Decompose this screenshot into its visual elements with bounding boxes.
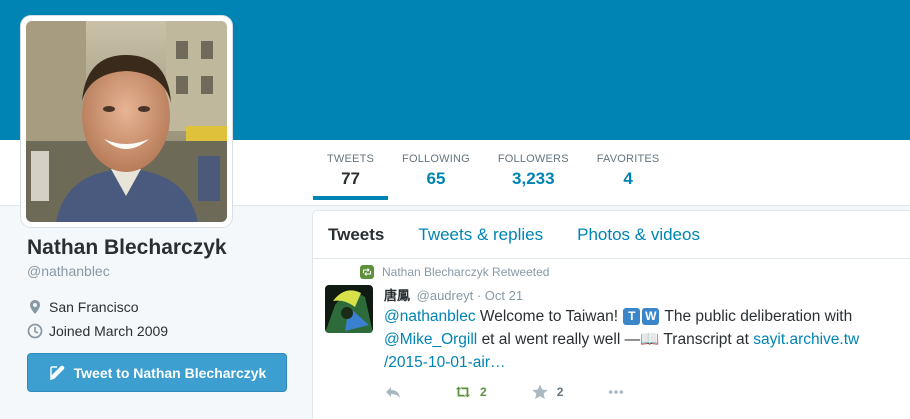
regional-indicator-t: T	[623, 308, 641, 325]
tweet-text-part1: Welcome to Taiwan!	[479, 308, 619, 325]
reply-icon	[386, 387, 400, 398]
nav-favorites-label: FAVORITES	[596, 153, 660, 165]
compose-quill-icon	[49, 365, 64, 380]
retweet-context: Nathan Blecharczyk Retweeted	[360, 265, 549, 279]
more-button[interactable]	[607, 384, 633, 400]
tweet-to-label: Tweet to Nathan Blecharczyk	[73, 364, 267, 381]
favorite-button[interactable]: 2	[531, 384, 564, 400]
timeline: Tweets Tweets & replies Photos & videos …	[312, 210, 910, 419]
nav-followers[interactable]: FOLLOWERS 3,233	[484, 150, 583, 200]
tweet-author-handle[interactable]: @audreyt	[417, 288, 474, 303]
star-icon	[531, 384, 548, 399]
more-dots-icon	[609, 390, 624, 394]
profile-location-text: San Francisco	[49, 299, 139, 315]
retweet-context-icon	[360, 265, 374, 279]
profile-joined-text: Joined March 2009	[49, 323, 169, 339]
retweet-button[interactable]: 2	[454, 384, 487, 400]
tweet-separator: ·	[476, 288, 482, 303]
nav-following-count: 65	[426, 169, 446, 188]
transcript-link[interactable]: sayit.archive.tw	[753, 331, 859, 348]
avatar-image	[26, 21, 227, 222]
nav-favorites-count: 4	[623, 169, 633, 188]
tab-tweets[interactable]: Tweets	[328, 225, 384, 245]
nav-tweets-count: 77	[341, 169, 360, 188]
clock-icon	[27, 323, 43, 339]
tweet-item[interactable]: Nathan Blecharczyk Retweeted 唐鳳 @audreyt…	[313, 259, 910, 419]
profile-name[interactable]: Nathan Blecharczyk	[27, 236, 297, 260]
regional-indicator-w: W	[642, 308, 660, 325]
profile-joined: Joined March 2009	[27, 319, 297, 343]
tweet-text: @nathanblec Welcome to Taiwan! TW The pu…	[384, 305, 899, 374]
nav-followers-label: FOLLOWERS	[497, 153, 569, 165]
mention-nathanblec[interactable]: @nathanblec	[384, 308, 476, 325]
retweet-icon	[455, 386, 471, 398]
nav-favorites[interactable]: FAVORITES 4	[583, 150, 674, 200]
retweet-context-text[interactable]: Nathan Blecharczyk Retweeted	[382, 265, 549, 279]
nav-following-label: FOLLOWING	[402, 153, 470, 165]
profile-card: Nathan Blecharczyk @nathanblec San Franc…	[27, 236, 297, 343]
timeline-tabs: Tweets Tweets & replies Photos & videos	[313, 211, 910, 259]
tab-tweets-replies[interactable]: Tweets & replies	[418, 225, 543, 245]
nav-following[interactable]: FOLLOWING 65	[388, 150, 484, 200]
location-pin-icon	[30, 300, 40, 314]
profile-nav: TWEETS 77 FOLLOWING 65 FOLLOWERS 3,233 F…	[313, 150, 673, 200]
mention-mike-orgill[interactable]: @Mike_Orgill	[384, 331, 477, 348]
profile-screen-name[interactable]: @nathanblec	[27, 263, 297, 279]
tweet-text-part3: et al went really well —📖 Transcript at	[481, 331, 749, 348]
tweet-author-name[interactable]: 唐鳳	[384, 288, 410, 303]
reply-button[interactable]	[384, 384, 410, 400]
tweet-text-part2: The public deliberation with	[664, 308, 853, 325]
profile-avatar[interactable]	[21, 16, 232, 227]
profile-location: San Francisco	[27, 295, 297, 319]
favorite-count: 2	[556, 385, 564, 399]
profile-meta: San Francisco Joined March 2009	[27, 295, 297, 343]
nav-followers-count: 3,233	[512, 169, 555, 188]
nav-tweets-label: TWEETS	[327, 153, 375, 165]
tab-photos-videos[interactable]: Photos & videos	[577, 225, 700, 245]
tweet-header: 唐鳳 @audreyt · Oct 21	[384, 285, 523, 304]
tweet-author-avatar[interactable]	[325, 285, 373, 333]
author-avatar-image	[325, 285, 373, 333]
tweet-to-button[interactable]: Tweet to Nathan Blecharczyk	[27, 353, 287, 392]
tweet-time[interactable]: Oct 21	[485, 288, 523, 303]
retweet-count: 2	[480, 385, 487, 399]
transcript-link-path[interactable]: /2015-10-01-air…	[384, 354, 505, 371]
tweet-actions: 2 2	[384, 384, 677, 400]
nav-tweets[interactable]: TWEETS 77	[313, 150, 389, 200]
